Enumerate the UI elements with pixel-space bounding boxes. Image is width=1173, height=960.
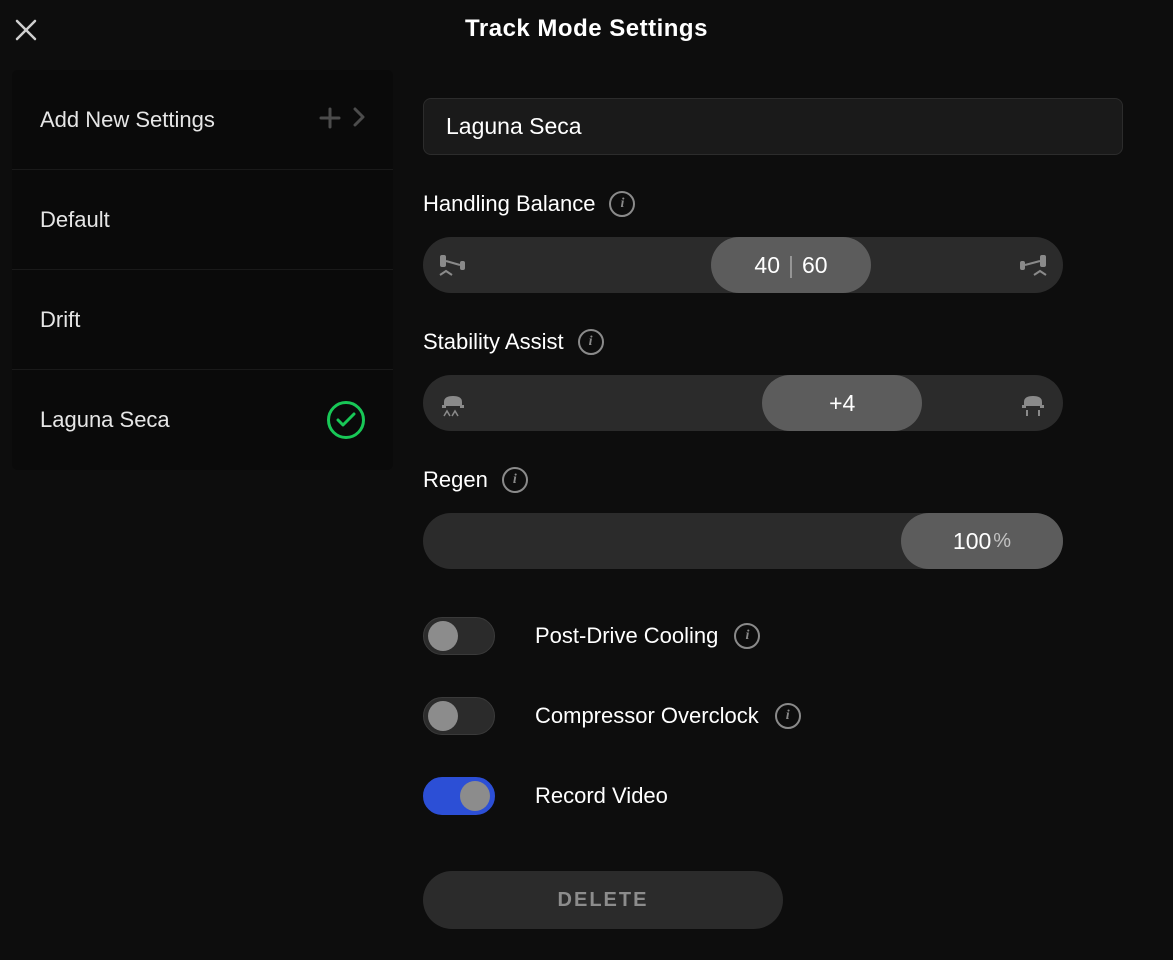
- regen-slider[interactable]: 100%: [423, 513, 1063, 569]
- post-drive-cooling-toggle[interactable]: [423, 617, 495, 655]
- profile-list: Add New Settings Default Drift Laguna Se…: [12, 70, 393, 470]
- profile-item-laguna-seca[interactable]: Laguna Seca: [12, 370, 393, 470]
- delete-button[interactable]: DELETE: [423, 871, 783, 929]
- plus-icon: [319, 104, 341, 136]
- handling-balance-label: Handling Balance: [423, 191, 595, 217]
- compressor-overclock-toggle[interactable]: [423, 697, 495, 735]
- record-video-toggle[interactable]: [423, 777, 495, 815]
- handling-front-value: 40: [754, 252, 780, 279]
- add-new-settings-button[interactable]: Add New Settings: [12, 70, 393, 170]
- profile-name-input[interactable]: [423, 98, 1123, 155]
- front-bias-icon: [437, 249, 469, 281]
- handling-rear-value: 60: [802, 252, 828, 279]
- handling-balance-slider[interactable]: 40 | 60: [423, 237, 1063, 293]
- handling-separator: |: [788, 252, 794, 279]
- info-icon[interactable]: i: [775, 703, 801, 729]
- add-new-settings-label: Add New Settings: [40, 107, 215, 133]
- profile-item-default[interactable]: Default: [12, 170, 393, 270]
- info-icon[interactable]: i: [609, 191, 635, 217]
- stability-assist-thumb[interactable]: +4: [762, 375, 922, 431]
- rear-bias-icon: [1017, 249, 1049, 281]
- profile-item-label: Drift: [40, 307, 80, 333]
- regen-thumb[interactable]: 100%: [901, 513, 1063, 569]
- page-title: Track Mode Settings: [465, 15, 708, 43]
- info-icon[interactable]: i: [734, 623, 760, 649]
- profile-item-label: Laguna Seca: [40, 407, 170, 433]
- close-icon: [15, 19, 37, 41]
- stability-assist-value: +4: [829, 390, 855, 417]
- regen-unit: %: [993, 530, 1011, 553]
- stability-off-icon: [437, 387, 469, 419]
- close-button[interactable]: [12, 16, 40, 44]
- stability-assist-label: Stability Assist: [423, 329, 564, 355]
- selected-checkmark-icon: [327, 401, 365, 439]
- profile-item-label: Default: [40, 207, 110, 233]
- stability-assist-slider[interactable]: +4: [423, 375, 1063, 431]
- regen-value: 100: [953, 528, 991, 555]
- post-drive-cooling-label: Post-Drive Cooling: [535, 623, 718, 649]
- stability-on-icon: [1017, 387, 1049, 419]
- compressor-overclock-label: Compressor Overclock: [535, 703, 759, 729]
- chevron-right-icon: [353, 107, 365, 133]
- record-video-label: Record Video: [535, 783, 668, 809]
- handling-balance-thumb[interactable]: 40 | 60: [711, 237, 871, 293]
- info-icon[interactable]: i: [578, 329, 604, 355]
- regen-label: Regen: [423, 467, 488, 493]
- info-icon[interactable]: i: [502, 467, 528, 493]
- profile-item-drift[interactable]: Drift: [12, 270, 393, 370]
